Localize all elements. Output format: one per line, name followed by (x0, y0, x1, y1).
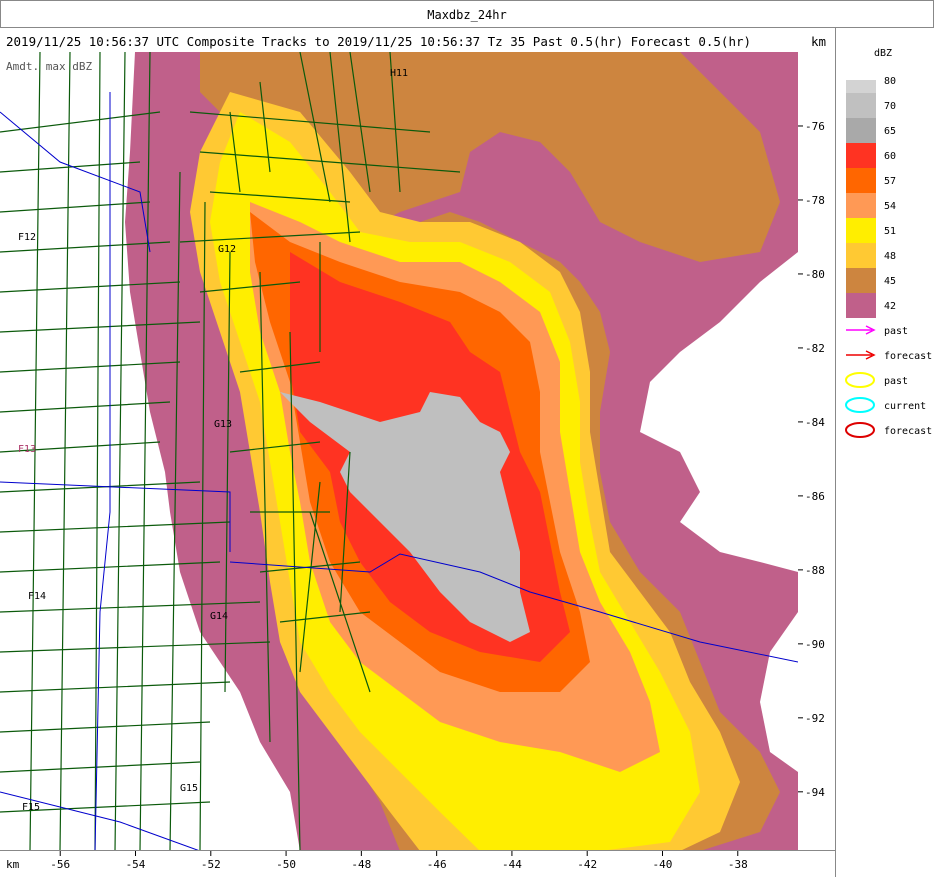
x-tick-label: -48 (351, 858, 371, 871)
y-tick-label: -92 (805, 712, 825, 725)
x-axis-unit: km (6, 858, 20, 871)
y-tick-label: -78 (805, 194, 825, 207)
reflectivity-contours (125, 52, 798, 851)
x-tick-label: -46 (427, 858, 447, 871)
x-tick-label: -54 (126, 858, 146, 871)
legend-swatch (846, 168, 876, 193)
y-tick-label: -94 (805, 786, 825, 799)
x-axis-ticks: -56 -54 -52 -50 -48 -46 -44 -42 -40 -38 (50, 851, 748, 871)
legend-swatch (846, 193, 876, 218)
legend-level-label: 65 (884, 126, 896, 137)
legend-level-label: 80 (884, 76, 896, 87)
plot-subtitle: 2019/11/25 10:56:37 UTC Composite Tracks… (6, 34, 752, 49)
legend-track-label: past (884, 326, 908, 337)
grid-label: F13 (18, 444, 36, 455)
y-tick-label: -80 (805, 268, 825, 281)
y-axis-unit: km (811, 34, 827, 49)
x-tick-label: -42 (577, 858, 597, 871)
legend-track-ellipse (845, 372, 875, 388)
legend-level-label: 57 (884, 176, 896, 187)
grid-label: G14 (210, 611, 228, 622)
y-tick-label: -76 (805, 120, 825, 133)
legend-level-label: 54 (884, 201, 896, 212)
legend-track-ellipse (845, 397, 875, 413)
legend-track-label: past (884, 376, 908, 387)
legend-tracks: past forecast past current forecast (845, 325, 932, 438)
y-tick-label: -88 (805, 564, 825, 577)
y-tick-label: -82 (805, 342, 825, 355)
radar-map-svg: H11 F12 G12 G13 F13 F14 G14 G15 F15 Amdt… (0, 52, 798, 851)
grid-label: G15 (180, 783, 198, 794)
legend-level-label: 48 (884, 251, 896, 262)
y-tick-label: -86 (805, 490, 825, 503)
x-tick-label: -50 (276, 858, 296, 871)
legend-track-label: forecast (884, 426, 932, 437)
legend-level-label: 51 (884, 226, 896, 237)
y-tick-label: -84 (805, 416, 825, 429)
x-tick-label: -52 (201, 858, 221, 871)
legend-track-ellipse (845, 422, 875, 438)
legend-swatch (846, 118, 876, 143)
x-tick-label: -38 (728, 858, 748, 871)
legend-swatch (846, 293, 876, 318)
grid-label: H11 (390, 68, 408, 79)
layer-label: Amdt. max dBZ (6, 60, 92, 73)
y-axis-ticks: -76 -78 -80 -82 -84 -86 -88 -90 -92 -94 (798, 120, 825, 799)
grid-label: G13 (214, 419, 232, 430)
legend-swatch (846, 143, 876, 168)
legend-track-label: current (884, 401, 926, 412)
legend-title: dBZ (874, 48, 893, 59)
legend-level-label: 70 (884, 101, 896, 112)
x-tick-label: -56 (50, 858, 70, 871)
grid-label: F12 (18, 232, 36, 243)
legend-panel: dBZ 80 70 65 60 57 54 51 48 45 42 past forecast pas… (835, 28, 936, 877)
bottom-divider (0, 850, 836, 851)
grid-label: F14 (28, 591, 46, 602)
radar-map[interactable]: H11 F12 G12 G13 F13 F14 G14 G15 F15 Amdt… (0, 52, 798, 851)
legend-svg: 80 70 65 60 57 54 51 48 45 42 past forecast past cur… (845, 76, 932, 438)
legend-track-label: forecast (884, 351, 932, 362)
legend-swatch (846, 80, 876, 93)
legend-swatch (846, 243, 876, 268)
legend-swatch (846, 268, 876, 293)
x-tick-label: -44 (502, 858, 522, 871)
x-tick-label: -40 (653, 858, 673, 871)
grid-label: F15 (22, 802, 40, 813)
grid-label: G12 (218, 244, 236, 255)
legend-swatch (846, 93, 876, 118)
legend-level-label: 60 (884, 151, 896, 162)
legend-swatch (846, 218, 876, 243)
legend-levels: 80 70 65 60 57 54 51 48 45 42 (846, 76, 896, 318)
legend-level-label: 42 (884, 301, 896, 312)
window-title: Maxdbz_24hr (0, 0, 934, 28)
legend-level-label: 45 (884, 276, 896, 287)
y-tick-label: -90 (805, 638, 825, 651)
